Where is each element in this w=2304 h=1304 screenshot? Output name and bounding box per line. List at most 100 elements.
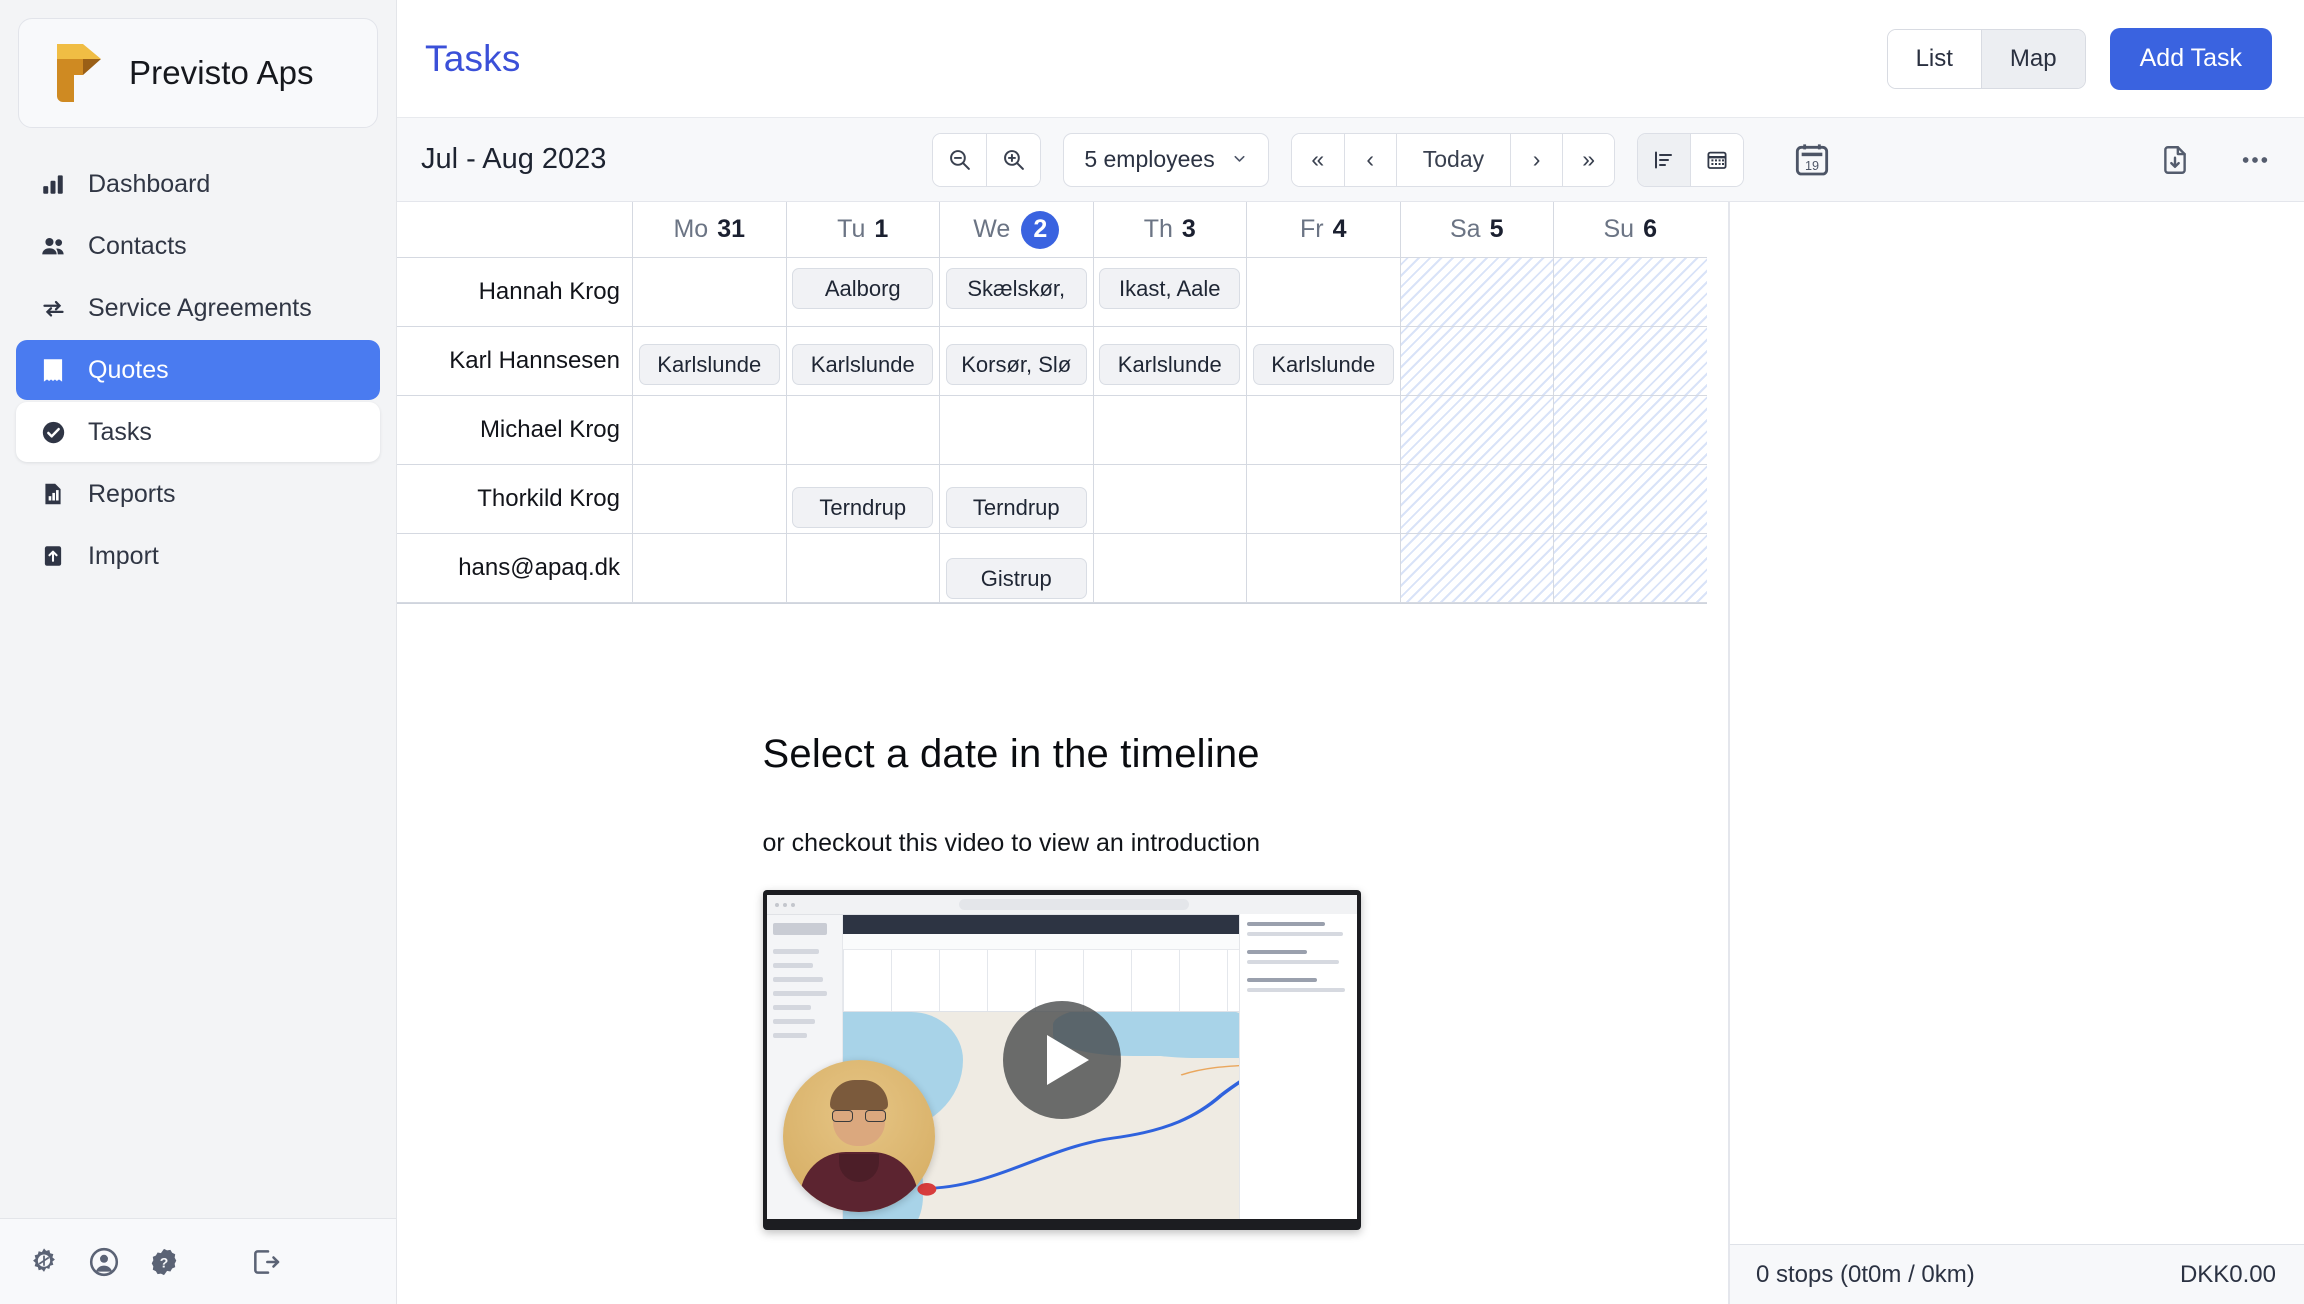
employee-name[interactable]: hans@apaq.dk [397,534,632,603]
zoom-in-icon[interactable] [986,133,1041,186]
timeline-cell-weekend[interactable] [1399,258,1553,327]
timeline-cell[interactable] [632,396,786,465]
calendar-grid-icon[interactable] [1690,133,1744,186]
sidebar-footer: ? [0,1218,396,1304]
day-header[interactable]: Fr 4 [1246,202,1400,258]
task-chip[interactable]: Gistrup [945,558,1087,599]
employee-name[interactable]: Thorkild Krog [397,465,632,534]
timeline-cell-weekend[interactable] [1399,396,1553,465]
sidebar-item-quotes[interactable]: Quotes [16,340,380,400]
day-header[interactable]: Th 3 [1092,202,1246,258]
timeline-cell[interactable]: Karlslunde [632,327,786,396]
day-header-today[interactable]: We 2 [939,202,1093,258]
status-stops: 0 stops (0t0m / 0km) [1756,1260,1975,1288]
timeline-cell[interactable]: Ikast, Aale [1092,258,1246,327]
gantt-list-icon[interactable] [1638,133,1691,186]
sidebar-item-dashboard[interactable]: Dashboard [16,154,380,214]
browser-url-bar [958,899,1189,910]
intro-video-thumbnail[interactable] [762,890,1361,1230]
sidebar-item-import[interactable]: Import [16,526,380,586]
timeline-cell-weekend[interactable] [1553,258,1707,327]
nav-today-button[interactable]: Today [1395,133,1511,186]
task-chip[interactable]: Skælskør, [945,268,1087,309]
sidebar-item-contacts[interactable]: Contacts [16,216,380,276]
timeline-cell[interactable]: Terndrup [785,465,939,534]
employee-name[interactable]: Karl Hannsesen [397,327,632,396]
nav-prev-button[interactable]: ‹ [1343,133,1396,186]
task-chip[interactable]: Karlslunde [638,344,780,385]
more-horizontal-icon[interactable] [2238,143,2272,177]
task-chip[interactable]: Ikast, Aale [1099,268,1241,309]
timeline-cell[interactable]: Korsør, Slø [939,327,1093,396]
timeline-cell[interactable]: Karlslunde [1246,327,1400,396]
timeline-cell[interactable] [785,396,939,465]
date-picker-button[interactable]: 19 [1792,140,1832,180]
task-chip[interactable]: Karlslunde [1099,344,1241,385]
timeline-cell[interactable]: Skælskør, [939,258,1093,327]
day-header[interactable]: Su 6 [1553,202,1707,258]
timeline-cell-weekend[interactable] [1399,534,1553,603]
task-chip[interactable]: Terndrup [945,487,1087,528]
timeline-cell[interactable] [1092,396,1246,465]
sidebar-item-tasks[interactable]: Tasks [16,402,380,462]
sidebar-item-reports[interactable]: Reports [16,464,380,524]
zoom-out-icon[interactable] [933,133,987,186]
tab-list-view[interactable]: List [1887,29,1981,88]
employee-filter-dropdown[interactable]: 5 employees [1063,132,1269,187]
day-header-num: 5 [1489,215,1504,243]
account-circle-icon[interactable] [74,1232,134,1292]
timeline-cell[interactable] [1092,465,1246,534]
play-button-icon[interactable] [1002,1001,1121,1119]
people-icon [38,231,68,261]
task-chip[interactable]: Aalborg [792,268,934,309]
timeline-cell-weekend[interactable] [1553,534,1707,603]
timeline-cell[interactable] [1246,396,1400,465]
timeline-cell[interactable] [939,396,1093,465]
status-bar: 0 stops (0t0m / 0km) DKK0.00 [1730,1244,2304,1304]
timeline-cell[interactable] [1092,534,1246,603]
day-header[interactable]: Mo 31 [632,202,786,258]
settings-gear-icon[interactable] [14,1232,74,1292]
nav-first-button[interactable]: « [1291,133,1344,186]
employee-name[interactable]: Hannah Krog [397,258,632,327]
timeline-cell[interactable]: Aalborg [785,258,939,327]
sidebar-item-label: Quotes [88,355,169,384]
day-header[interactable]: Sa 5 [1399,202,1553,258]
task-chip[interactable]: Terndrup [792,487,934,528]
timeline-cell[interactable] [632,534,786,603]
help-question-icon[interactable]: ? [134,1232,194,1292]
timeline-cell[interactable] [1246,258,1400,327]
day-header[interactable]: Tu 1 [785,202,939,258]
timeline-cell-weekend[interactable] [1399,465,1553,534]
sidebar-item-service-agreements[interactable]: Service Agreements [16,278,380,338]
task-chip[interactable]: Korsør, Slø [945,344,1087,385]
timeline-cell[interactable] [1246,465,1400,534]
timeline-cell-weekend[interactable] [1553,465,1707,534]
day-header-num: 3 [1181,215,1196,243]
add-task-button[interactable]: Add Task [2109,27,2272,90]
timeline-cell[interactable] [785,534,939,603]
timeline-cell[interactable] [632,465,786,534]
nav-next-button[interactable]: › [1510,133,1563,186]
timeline-row: Hannah Krog Aalborg Skælskør, Ikast, Aal… [397,258,1707,327]
timeline-cell-weekend[interactable] [1553,327,1707,396]
day-header-num: 2 [1021,210,1060,249]
timeline-cell[interactable] [632,258,786,327]
timeline-cell[interactable]: Terndrup [939,465,1093,534]
tab-map-view[interactable]: Map [1980,29,2085,88]
timeline-cell[interactable] [1246,534,1400,603]
employee-filter-label: 5 employees [1084,146,1215,172]
task-chip[interactable]: Karlslunde [792,344,934,385]
nav-last-button[interactable]: » [1562,133,1615,186]
logout-icon[interactable] [236,1232,296,1292]
employee-name[interactable]: Michael Krog [397,396,632,465]
timeline-cell[interactable]: Gistrup [939,534,1093,603]
file-download-icon[interactable] [2158,143,2192,177]
timeline-cell[interactable]: Karlslunde [785,327,939,396]
day-header-dow: Fr [1299,215,1324,243]
brand-card[interactable]: Previsto Aps [18,18,378,128]
timeline-cell[interactable]: Karlslunde [1092,327,1246,396]
timeline-cell-weekend[interactable] [1399,327,1553,396]
task-chip[interactable]: Karlslunde [1252,344,1394,385]
timeline-cell-weekend[interactable] [1553,396,1707,465]
